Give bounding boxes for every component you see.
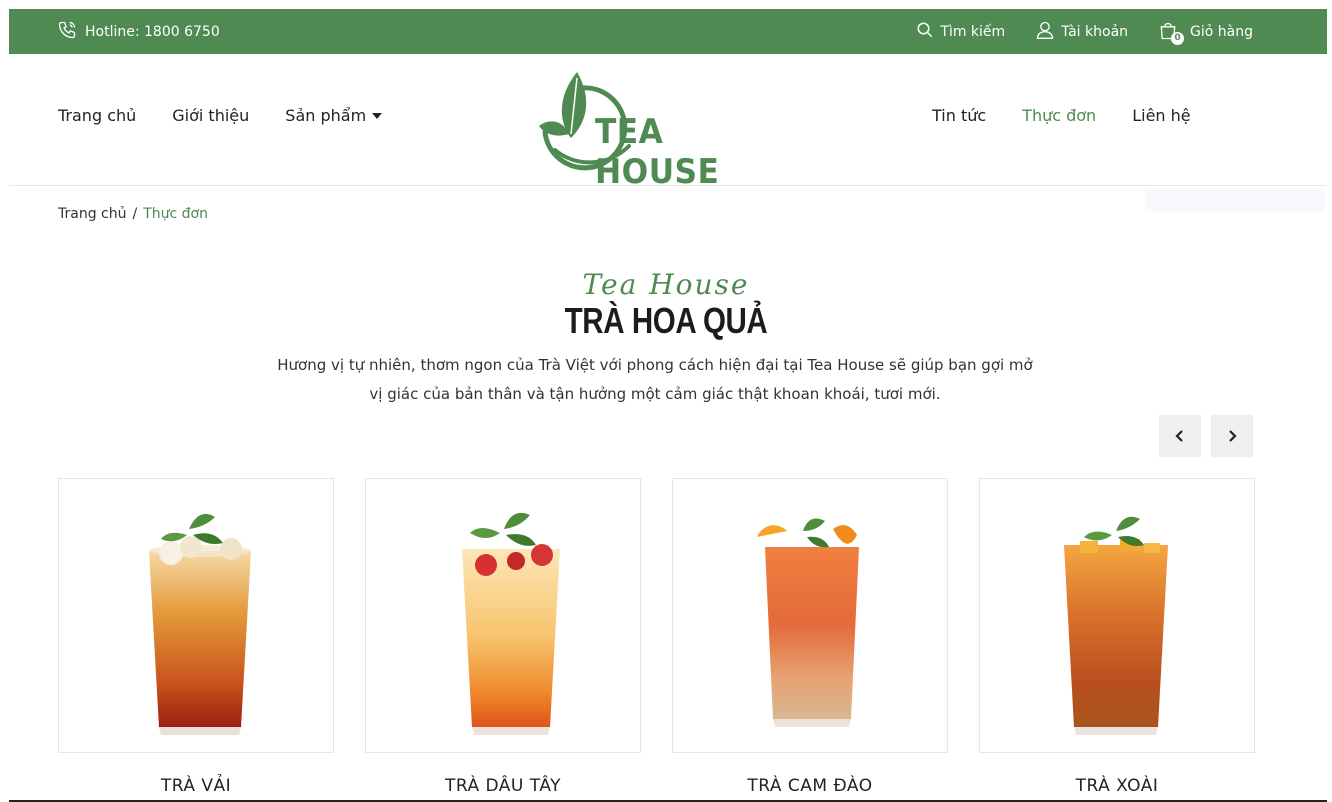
account-label: Tài khoản xyxy=(1061,23,1129,40)
section-description-line: vị giác của bản thân và tận hưởng một cả… xyxy=(369,385,941,403)
section-description-line: Hương vị tự nhiên, thơm ngon của Trà Việ… xyxy=(277,356,1033,374)
product-image[interactable] xyxy=(672,478,948,753)
nav-contact[interactable]: Liên hệ xyxy=(1132,106,1190,125)
faded-widget xyxy=(1145,188,1325,212)
drink-lychee-image xyxy=(149,513,251,735)
carousel-prev-button[interactable] xyxy=(1159,415,1201,457)
nav-news[interactable]: Tin tức xyxy=(932,106,986,125)
section-description: Hương vị tự nhiên, thơm ngon của Trà Việ… xyxy=(230,351,1080,409)
search-link[interactable]: Tìm kiếm xyxy=(916,21,1005,43)
cart-link[interactable]: 0 Giỏ hàng xyxy=(1158,21,1253,45)
hotline[interactable]: Hotline: 1800 6750 xyxy=(57,9,220,54)
section-script-title: Tea House xyxy=(582,268,750,301)
product-image[interactable] xyxy=(979,478,1255,753)
product-name[interactable]: TRÀ XOÀI xyxy=(979,776,1255,796)
cart-count-badge: 0 xyxy=(1171,31,1185,45)
nav-products[interactable]: Sản phẩm xyxy=(285,106,383,125)
product-card[interactable]: TRÀ CAM ĐÀO xyxy=(672,478,948,796)
account-link[interactable]: Tài khoản xyxy=(1035,20,1128,44)
section-title: TRÀ HOA QUẢ xyxy=(564,300,768,341)
product-image[interactable] xyxy=(365,478,641,753)
product-name[interactable]: TRÀ DÂU TÂY xyxy=(365,776,641,796)
breadcrumb-separator: / xyxy=(132,206,138,222)
caret-down-icon xyxy=(372,112,383,119)
product-card[interactable]: TRÀ VẢI xyxy=(58,478,334,796)
nav-left: Trang chủ Giới thiệu Sản phẩm xyxy=(58,106,383,125)
nav-home[interactable]: Trang chủ xyxy=(58,106,136,125)
chevron-right-icon xyxy=(1229,430,1237,442)
hotline-text: Hotline: 1800 6750 xyxy=(85,23,220,40)
product-image[interactable] xyxy=(58,478,334,753)
search-icon xyxy=(916,21,934,43)
product-card[interactable]: TRÀ XOÀI xyxy=(979,478,1255,796)
search-label: Tìm kiếm xyxy=(940,23,1006,40)
phone-icon xyxy=(57,20,77,44)
product-name[interactable]: TRÀ VẢI xyxy=(58,776,334,796)
logo-text: TEA HOUSE xyxy=(595,112,720,192)
drink-orange-peach-image xyxy=(757,518,859,727)
breadcrumb: Trang chủ / Thực đơn xyxy=(58,206,208,222)
nav-products-label: Sản phẩm xyxy=(285,106,367,125)
top-bar: Hotline: 1800 6750 Tìm kiếm Tài khoản 0 … xyxy=(9,9,1327,54)
drink-strawberry-image xyxy=(462,512,560,735)
product-card[interactable]: TRÀ DÂU TÂY xyxy=(365,478,641,796)
nav-about[interactable]: Giới thiệu xyxy=(172,106,249,125)
product-name[interactable]: TRÀ CAM ĐÀO xyxy=(672,776,948,796)
logo[interactable]: TEA HOUSE xyxy=(537,72,757,192)
drink-mango-image xyxy=(1064,516,1168,735)
breadcrumb-current: Thực đơn xyxy=(143,206,208,222)
nav-menu[interactable]: Thực đơn xyxy=(1022,106,1096,125)
nav-right: Tin tức Thực đơn Liên hệ xyxy=(932,106,1191,125)
main-header: Trang chủ Giới thiệu Sản phẩm TEA HOUSE … xyxy=(9,54,1327,192)
user-icon xyxy=(1035,20,1055,44)
carousel-next-button[interactable] xyxy=(1211,415,1253,457)
breadcrumb-home[interactable]: Trang chủ xyxy=(58,206,126,222)
cart-label: Giỏ hàng xyxy=(1190,23,1253,40)
cart-icon: 0 xyxy=(1158,21,1185,45)
chevron-left-icon xyxy=(1175,430,1183,442)
